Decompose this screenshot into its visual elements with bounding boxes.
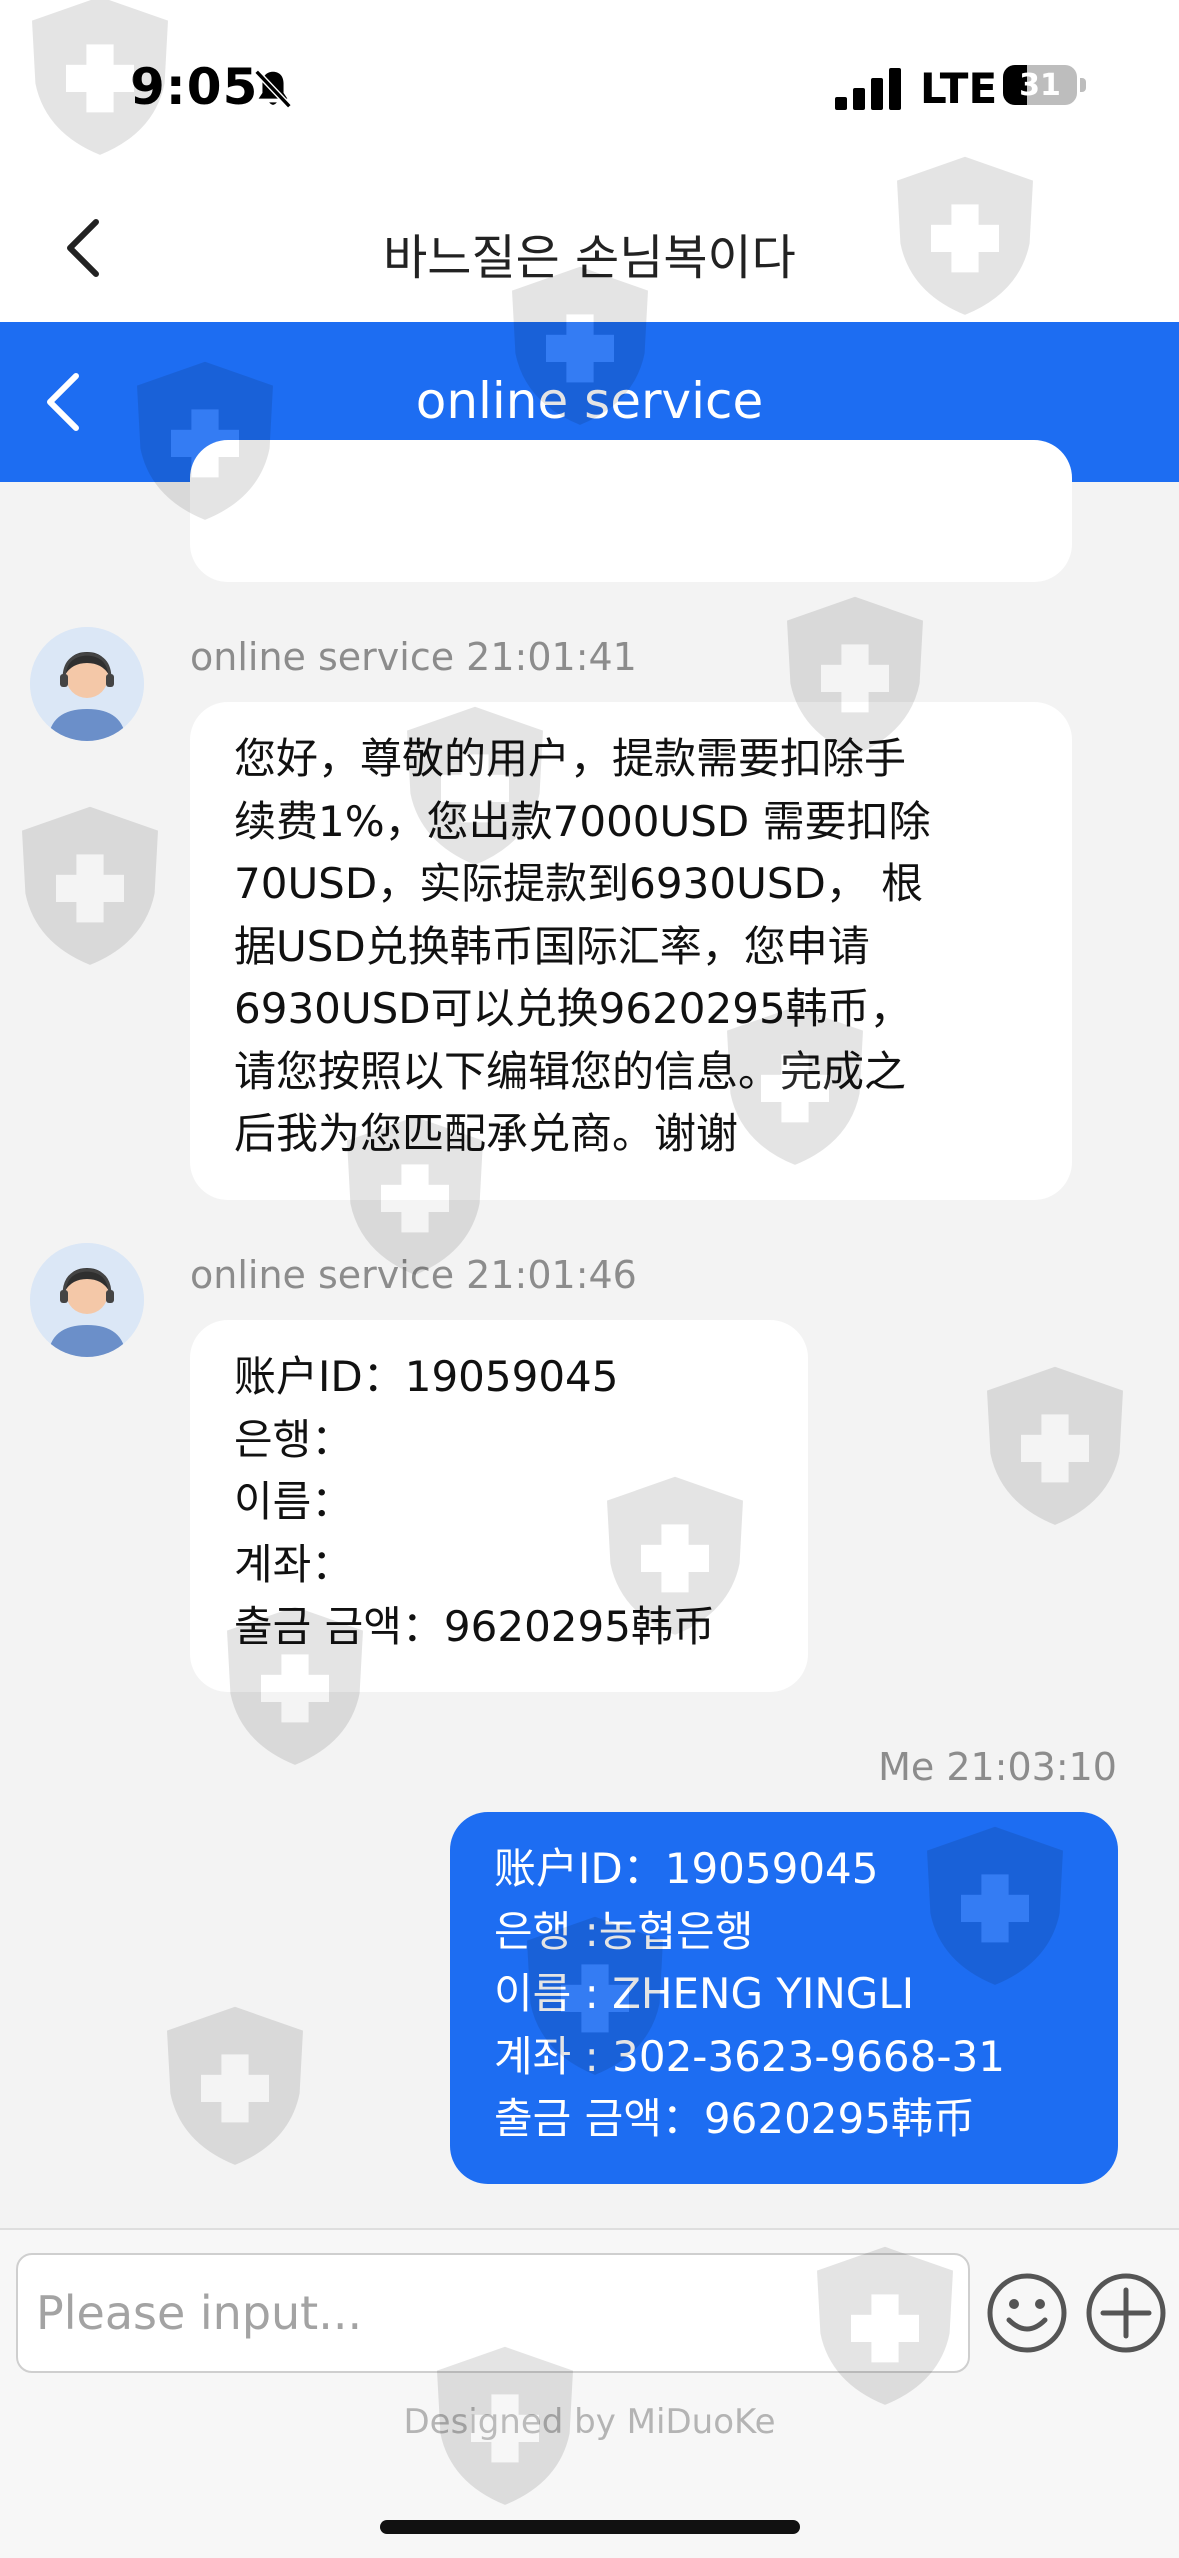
my-message-bubble: 账户ID：19059045 은행 :농협은행 이름 : ZHENG YINGLI… (450, 1812, 1118, 2184)
message-line: 은행： (234, 1414, 354, 1464)
battery-nub (1080, 78, 1086, 92)
shield-watermark-icon (987, 1366, 1123, 1525)
input-bar: Designed by MiDuoKe (0, 2228, 1179, 2558)
status-bar: 9:05 LTE 31 (0, 0, 1179, 150)
message-line: 6930USD可以兑换9620295韩币， (234, 984, 912, 1033)
message-line: 请您按照以下编辑您的信息。完成之 (234, 1046, 907, 1096)
signal-icon (835, 68, 901, 110)
message-bubble: 账户ID：19059045 은행： 이름： 계좌： 출금 금액：9620295韩… (190, 1320, 808, 1692)
message-line: 续费1%，您出款7000USD 需要扣除 (234, 796, 931, 846)
message-bubble-partial (190, 440, 1072, 582)
footer-credit: Designed by MiDuoKe (403, 2402, 776, 2442)
app-title: 바느질은 손님복이다 (383, 230, 796, 286)
message-line: 출금 금액：9620295韩币 (234, 1602, 715, 1651)
battery-icon: 31 (1003, 65, 1077, 105)
message-line: 账户ID：19059045 (494, 1844, 879, 1893)
status-time: 9:05 (130, 58, 259, 116)
message-bubble: 您好，尊敬的用户，提款需要扣除手 续费1%，您出款7000USD 需要扣除 70… (190, 702, 1072, 1200)
message-line: 은행 :농협은행 (494, 1906, 754, 1956)
app-header: 바느질은 손님복이다 (0, 150, 1179, 322)
message-line: 출금 금액：9620295韩币 (494, 2094, 975, 2143)
message-meta: Me 21:03:10 (878, 1745, 1117, 1789)
network-label: LTE (920, 64, 998, 113)
message-meta: online service 21:01:46 (190, 1253, 637, 1297)
message-line: 이름 : ZHENG YINGLI (494, 1969, 915, 2018)
chat-title: online service (415, 372, 764, 430)
home-indicator[interactable] (380, 2520, 800, 2534)
plus-circle-icon[interactable] (1085, 2272, 1167, 2354)
shield-watermark-icon (167, 2006, 303, 2165)
avatar (30, 627, 144, 741)
battery-level: 31 (1019, 68, 1061, 103)
message-line: 您好，尊敬的用户，提款需要扣除手 (234, 734, 907, 783)
message-line: 70USD，实际提款到6930USD， 根 (234, 859, 924, 908)
message-line: 계좌 : 302-3623-9668-31 (494, 2031, 1005, 2081)
message-line: 后我为您匹配承兑商。谢谢 (234, 1109, 739, 1158)
smiley-icon[interactable] (986, 2272, 1068, 2354)
message-line: 계좌： (234, 1539, 354, 1589)
avatar (30, 1243, 144, 1357)
shield-watermark-icon (22, 806, 158, 965)
message-line: 账户ID：19059045 (234, 1352, 619, 1401)
message-line: 据USD兑换韩币国际汇率，您申请 (234, 921, 870, 971)
message-input[interactable] (16, 2253, 970, 2373)
message-meta: online service 21:01:41 (190, 635, 637, 679)
message-line: 이름： (234, 1477, 354, 1526)
bell-slash-icon (254, 69, 292, 109)
